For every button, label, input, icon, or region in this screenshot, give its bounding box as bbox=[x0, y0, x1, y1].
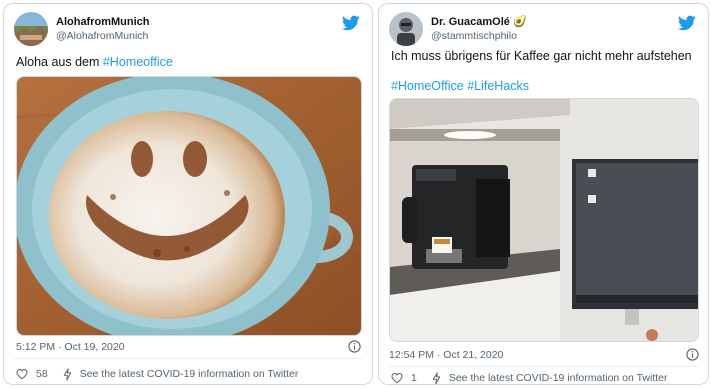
covid-info-link[interactable]: See the latest COVID-19 information on T… bbox=[80, 368, 299, 380]
tweet-header: AlohafromMunich @AlohafromMunich bbox=[14, 12, 362, 48]
display-name-text: Dr. GuacamOlé bbox=[431, 16, 510, 28]
avatar[interactable] bbox=[389, 12, 423, 46]
cappuccino-photo[interactable] bbox=[16, 76, 362, 336]
tweet-text: Ich muss übrigens für Kaffee gar nicht m… bbox=[391, 49, 692, 63]
tweet-hashtags: #HomeOffice #LifeHacks bbox=[391, 78, 696, 95]
handle[interactable]: @AlohafromMunich bbox=[56, 29, 150, 43]
handle[interactable]: @stammtischphilo bbox=[431, 29, 527, 43]
divider bbox=[389, 366, 698, 367]
avatar[interactable] bbox=[14, 12, 48, 46]
twitter-bird-icon[interactable] bbox=[678, 15, 696, 31]
tweet-header: Dr. GuacamOlé 🥑 @stammtischphilo bbox=[389, 12, 698, 48]
lightning-bolt-icon bbox=[63, 367, 71, 381]
info-icon[interactable] bbox=[348, 340, 361, 353]
author-names[interactable]: Dr. GuacamOlé 🥑 @stammtischphilo bbox=[431, 15, 527, 43]
hashtag-lifehacks[interactable]: #LifeHacks bbox=[467, 79, 529, 93]
display-name[interactable]: Dr. GuacamOlé 🥑 bbox=[431, 15, 527, 29]
tweet-text: Aloha aus dem #Homeoffice bbox=[16, 54, 360, 71]
tweet-actions: 58 See the latest COVID-19 information o… bbox=[16, 366, 362, 382]
heart-icon[interactable] bbox=[391, 372, 403, 384]
lightning-bolt-icon bbox=[432, 371, 441, 384]
tweet-actions: 1 See the latest COVID-19 information on… bbox=[391, 370, 698, 384]
tweet-card-alohafrommunich[interactable]: AlohafromMunich @AlohafromMunich Aloha a… bbox=[3, 3, 373, 385]
coffee-machine-photo[interactable] bbox=[389, 98, 699, 342]
tweet-timestamp[interactable]: 12:54 PM · Oct 21, 2020 bbox=[389, 349, 503, 361]
tweet-timestamp[interactable]: 5:12 PM · Oct 19, 2020 bbox=[16, 341, 125, 353]
hashtag-homeoffice[interactable]: #Homeoffice bbox=[103, 55, 173, 69]
author-names[interactable]: AlohafromMunich @AlohafromMunich bbox=[56, 15, 150, 43]
divider bbox=[14, 358, 362, 359]
heart-icon[interactable] bbox=[16, 368, 28, 380]
hashtag-homeoffice[interactable]: #HomeOffice bbox=[391, 79, 464, 93]
display-name[interactable]: AlohafromMunich bbox=[56, 15, 150, 29]
like-count[interactable]: 58 bbox=[36, 368, 48, 380]
covid-info-link[interactable]: See the latest COVID-19 information on T… bbox=[449, 372, 668, 384]
like-count[interactable]: 1 bbox=[411, 372, 417, 384]
tweet-text-plain: Aloha aus dem bbox=[16, 55, 103, 69]
twitter-bird-icon[interactable] bbox=[342, 15, 360, 31]
avocado-emoji: 🥑 bbox=[512, 16, 527, 28]
tweet-card-stammtischphilo[interactable]: Dr. GuacamOlé 🥑 @stammtischphilo Ich mus… bbox=[378, 3, 709, 385]
info-icon[interactable] bbox=[686, 348, 699, 361]
